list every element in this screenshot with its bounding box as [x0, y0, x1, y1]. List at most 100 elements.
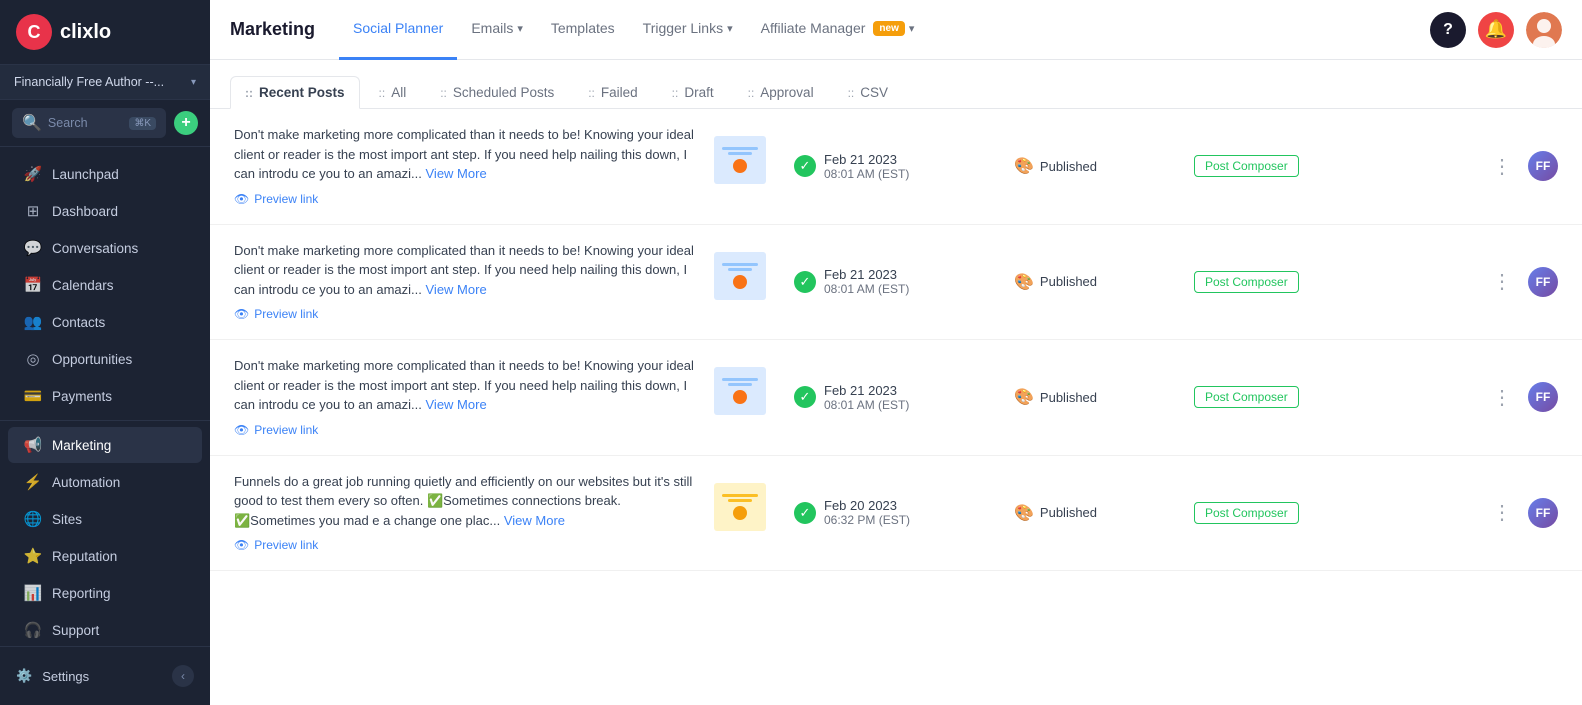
tab-label: All — [391, 85, 406, 100]
view-more-link[interactable]: View More — [426, 397, 487, 412]
more-options-button[interactable]: ⋮ — [1488, 496, 1516, 529]
preview-link[interactable]: 👁 Preview link — [234, 190, 694, 208]
thumb-line — [722, 378, 758, 381]
tab-templates[interactable]: Templates — [537, 0, 629, 60]
sidebar-item-contacts[interactable]: 👥 Contacts — [8, 304, 202, 340]
launchpad-icon: 🚀 — [24, 165, 42, 183]
post-actions: ⋮ FF — [1488, 381, 1558, 414]
tab-emails[interactable]: Emails ▾ — [457, 0, 537, 60]
tab-label: CSV — [860, 85, 888, 100]
post-user-avatar: FF — [1528, 498, 1558, 528]
thumb-person — [733, 506, 747, 520]
page-title: Marketing — [230, 19, 315, 40]
tab-trigger-links[interactable]: Trigger Links ▾ — [629, 0, 747, 60]
notifications-button[interactable]: 🔔 — [1478, 12, 1514, 48]
sidebar-item-support[interactable]: 🎧 Support — [8, 612, 202, 646]
thumb-line — [722, 263, 758, 266]
sidebar-item-label: Reputation — [52, 549, 117, 564]
search-shortcut: ⌘K — [129, 117, 156, 130]
templates-label: Templates — [551, 20, 615, 36]
tab-social-planner[interactable]: Social Planner — [339, 0, 457, 60]
chevron-down-icon: ▾ — [191, 77, 196, 88]
sidebar-item-dashboard[interactable]: ⊞ Dashboard — [8, 193, 202, 229]
calendars-icon: 📅 — [24, 276, 42, 294]
sidebar-item-opportunities[interactable]: ◎ Opportunities — [8, 341, 202, 377]
sidebar-item-label: Support — [52, 623, 99, 638]
sidebar-collapse-button[interactable]: ‹ — [172, 665, 194, 687]
tab-recent-posts[interactable]: :: Recent Posts — [230, 76, 360, 109]
view-more-link[interactable]: View More — [504, 513, 565, 528]
post-source: Post Composer — [1194, 155, 1324, 177]
sidebar-item-reputation[interactable]: ⭐ Reputation — [8, 538, 202, 574]
preview-link[interactable]: 👁 Preview link — [234, 421, 694, 439]
source-badge: Post Composer — [1194, 502, 1299, 524]
post-thumbnail — [714, 252, 774, 312]
automation-icon: ⚡ — [24, 473, 42, 491]
post-source: Post Composer — [1194, 386, 1324, 408]
tab-label: Scheduled Posts — [453, 85, 554, 100]
post-actions: ⋮ FF — [1488, 496, 1558, 529]
thumbnail-image — [714, 252, 766, 300]
published-icon: 🎨 — [1014, 387, 1034, 407]
view-more-link[interactable]: View More — [426, 282, 487, 297]
tab-label: Approval — [760, 85, 813, 100]
search-input[interactable]: 🔍 Search ⌘K — [12, 108, 166, 138]
more-options-button[interactable]: ⋮ — [1488, 265, 1516, 298]
topbar: Marketing Social Planner Emails ▾ Templa… — [210, 0, 1582, 60]
tab-failed[interactable]: :: Failed — [573, 76, 652, 108]
thumb-line — [728, 383, 752, 386]
sidebar-item-label: Launchpad — [52, 167, 119, 182]
dashboard-icon: ⊞ — [24, 202, 42, 220]
sidebar-item-label: Automation — [52, 475, 120, 490]
tab-draft[interactable]: :: Draft — [657, 76, 729, 108]
post-actions: ⋮ FF — [1488, 265, 1558, 298]
sidebar-item-reporting[interactable]: 📊 Reporting — [8, 575, 202, 611]
preview-link[interactable]: 👁 Preview link — [234, 536, 694, 554]
view-more-link[interactable]: View More — [426, 166, 487, 181]
main-area: Marketing Social Planner Emails ▾ Templa… — [210, 0, 1582, 705]
source-badge: Post Composer — [1194, 386, 1299, 408]
logo-icon: C — [16, 14, 52, 50]
check-icon: ✓ — [794, 502, 816, 524]
post-published: 🎨 Published — [1014, 387, 1174, 407]
tab-csv[interactable]: :: CSV — [833, 76, 903, 108]
sidebar-item-automation[interactable]: ⚡ Automation — [8, 464, 202, 500]
post-thumbnail — [714, 136, 774, 196]
sidebar-item-launchpad[interactable]: 🚀 Launchpad — [8, 156, 202, 192]
settings-icon: ⚙️ — [16, 668, 32, 684]
post-user-avatar: FF — [1528, 267, 1558, 297]
more-options-button[interactable]: ⋮ — [1488, 150, 1516, 183]
thumbnail-image — [714, 483, 766, 531]
user-avatar[interactable] — [1526, 12, 1562, 48]
sidebar-item-payments[interactable]: 💳 Payments — [8, 378, 202, 414]
help-button[interactable]: ? — [1430, 12, 1466, 48]
eye-icon: 👁 — [234, 536, 249, 554]
preview-link[interactable]: 👁 Preview link — [234, 305, 694, 323]
sidebar-item-conversations[interactable]: 💬 Conversations — [8, 230, 202, 266]
tab-all[interactable]: :: All — [364, 76, 422, 108]
tab-scheduled-posts[interactable]: :: Scheduled Posts — [425, 76, 569, 108]
add-button[interactable]: + — [174, 111, 198, 135]
post-source: Post Composer — [1194, 502, 1324, 524]
sites-icon: 🌐 — [24, 510, 42, 528]
post-time: 08:01 AM (EST) — [824, 282, 909, 296]
contacts-icon: 👥 — [24, 313, 42, 331]
sidebar-item-label: Contacts — [52, 315, 105, 330]
logo-text: clixlo — [60, 21, 111, 44]
check-icon: ✓ — [794, 271, 816, 293]
sidebar-item-sites[interactable]: 🌐 Sites — [8, 501, 202, 537]
post-date: Feb 21 2023 — [824, 267, 909, 282]
tab-affiliate-manager[interactable]: Affiliate Manager new ▾ — [747, 0, 929, 60]
post-text: Don't make marketing more complicated th… — [234, 241, 694, 324]
sidebar-item-marketing[interactable]: 📢 Marketing — [8, 427, 202, 463]
post-time: 08:01 AM (EST) — [824, 398, 909, 412]
payments-icon: 💳 — [24, 387, 42, 405]
account-selector[interactable]: Financially Free Author --... ▾ — [0, 65, 210, 100]
eye-icon: 👁 — [234, 305, 249, 323]
tab-dots-icon: :: — [672, 86, 679, 100]
sidebar-item-calendars[interactable]: 📅 Calendars — [8, 267, 202, 303]
tab-approval[interactable]: :: Approval — [733, 76, 829, 108]
sidebar-item-settings[interactable]: ⚙️ Settings ‹ — [0, 657, 210, 695]
emails-label: Emails — [471, 20, 513, 36]
more-options-button[interactable]: ⋮ — [1488, 381, 1516, 414]
